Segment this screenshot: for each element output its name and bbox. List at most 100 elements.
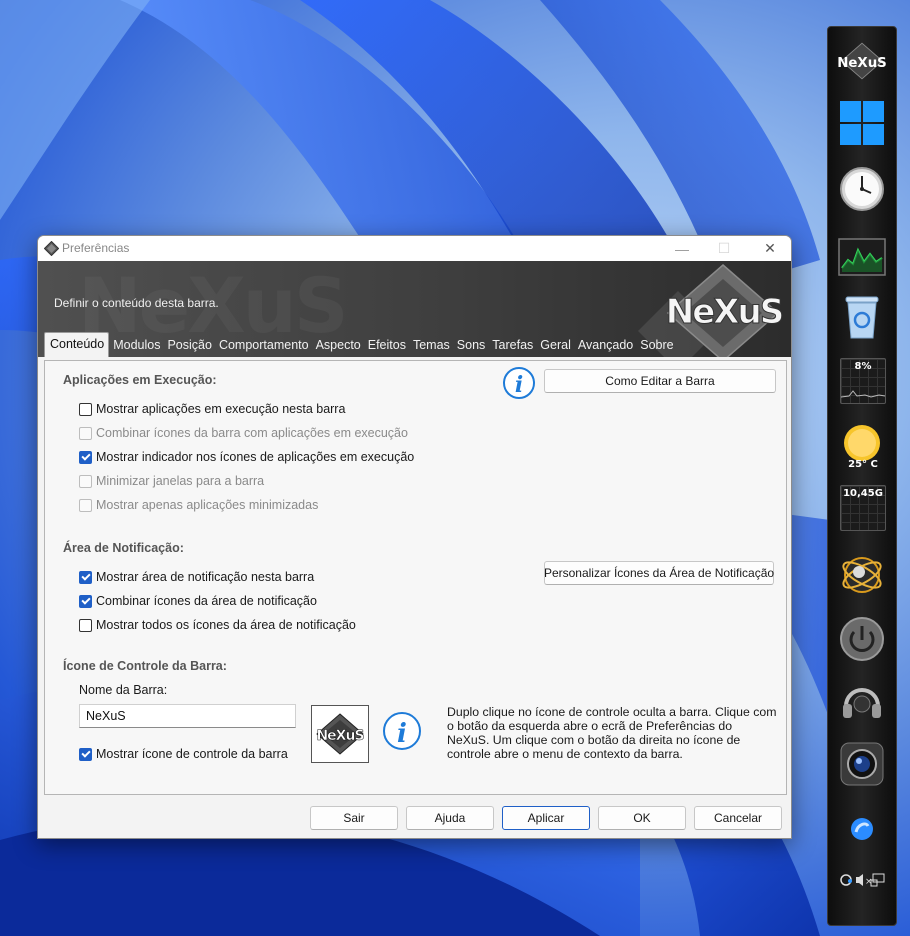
running-apps-checkbox-4: Minimizar janelas para a barra <box>79 473 264 489</box>
notification-area-checkbox-box <box>79 618 92 632</box>
tray-network-sound-icon: × <box>840 873 885 887</box>
tab-posicao[interactable]: Posição <box>164 334 214 357</box>
svg-text:i: i <box>515 372 523 398</box>
info-icon-control: i <box>383 712 421 750</box>
windows-logo-icon <box>840 101 884 145</box>
nexus-logo-icon: NeXuS <box>838 42 886 80</box>
dock-system-monitor[interactable] <box>838 233 886 281</box>
banner-subtitle: Definir o conteúdo desta barra. <box>54 296 219 310</box>
nexus-control-logo-icon: NeXuS <box>316 713 366 755</box>
apply-button[interactable]: Aplicar <box>502 806 590 830</box>
title-bar[interactable]: Preferências — ☐ ✕ <box>38 236 791 261</box>
notification-area-checkbox-1[interactable]: Mostrar área de notificação nesta barra <box>79 569 314 585</box>
running-apps-checkbox-1[interactable]: Mostrar aplicações em execução nesta bar… <box>79 401 345 417</box>
show-control-icon-label: Mostrar ícone de controle da barra <box>96 747 288 761</box>
window-title: Preferências <box>62 241 130 255</box>
dock-power[interactable] <box>838 615 886 663</box>
customize-tray-icons-button[interactable]: Personalizar Ícones da Área de Notificaç… <box>544 561 774 585</box>
tab-geral[interactable]: Geral <box>537 334 574 357</box>
dock-camera[interactable] <box>838 740 886 788</box>
tab-avancado[interactable]: Avançado <box>575 334 636 357</box>
dock-tray-icons[interactable]: × <box>836 855 890 903</box>
running-apps-checkbox-5: Mostrar apenas aplicações minimizadas <box>79 497 318 513</box>
notification-area-checkbox-box <box>79 570 92 584</box>
tab-tarefas[interactable]: Tarefas <box>489 334 536 357</box>
ok-button[interactable]: OK <box>598 806 686 830</box>
section-title-control-icon: Ícone de Controle da Barra: <box>63 659 227 673</box>
notification-area-checkbox-label: Mostrar área de notificação nesta barra <box>96 570 315 584</box>
dock-media-player[interactable] <box>838 677 886 725</box>
svg-text:NeXuS: NeXuS <box>316 728 364 744</box>
headphones-icon <box>843 688 881 718</box>
maximize-icon: ☐ <box>717 240 731 256</box>
running-apps-checkbox-box <box>79 474 92 488</box>
notification-area-checkbox-2[interactable]: Combinar ícones da área de notificação <box>79 593 317 609</box>
dock-disk-meter[interactable]: 10,45G <box>840 485 886 531</box>
dock-clock[interactable] <box>838 165 886 213</box>
tab-sons[interactable]: Sons <box>454 334 489 357</box>
close-button[interactable]: ✕ <box>747 236 791 261</box>
tab-modulos[interactable]: Modulos <box>110 334 163 357</box>
info-icon: i <box>503 367 535 399</box>
svg-text:i: i <box>397 719 407 749</box>
tab-sobre[interactable]: Sobre <box>637 334 676 357</box>
exit-button[interactable]: Sair <box>310 806 398 830</box>
close-icon: ✕ <box>764 240 776 256</box>
cancel-button[interactable]: Cancelar <box>694 806 782 830</box>
notification-area-checkbox-label: Mostrar todos os ícones da área de notif… <box>96 618 356 632</box>
cpu-usage-label: 8% <box>854 361 872 372</box>
dock-recycle-bin[interactable] <box>838 293 886 341</box>
section-title-notification-area: Área de Notificação: <box>63 541 184 555</box>
running-apps-checkbox-label: Combinar ícones da barra com aplicações … <box>96 426 408 440</box>
how-to-edit-button[interactable]: Como Editar a Barra <box>544 369 776 393</box>
swirl-app-icon <box>851 818 873 840</box>
dock-internet[interactable] <box>838 551 886 599</box>
running-apps-checkbox-label: Minimizar janelas para a barra <box>96 474 265 488</box>
tab-aspecto[interactable]: Aspecto <box>313 334 364 357</box>
recycle-bin-icon <box>845 296 879 339</box>
tab-efeitos[interactable]: Efeitos <box>365 334 409 357</box>
cpu-graph-icon <box>841 390 885 398</box>
show-control-icon-box <box>79 747 92 761</box>
help-button[interactable]: Ajuda <box>406 806 494 830</box>
maximize-button[interactable]: ☐ <box>701 236 747 261</box>
tab-comportamento[interactable]: Comportamento <box>216 334 312 357</box>
minimize-button[interactable]: — <box>659 236 705 261</box>
dock-app-swirl[interactable] <box>838 805 886 853</box>
bar-name-label: Nome da Barra: <box>79 683 168 697</box>
tab-temas[interactable]: Temas <box>410 334 453 357</box>
weather-temperature: 25° C <box>848 459 878 470</box>
running-apps-checkbox-2: Combinar ícones da barra com aplicações … <box>79 425 408 441</box>
power-icon <box>840 617 884 661</box>
nexus-app-icon <box>44 241 59 256</box>
notification-area-checkbox-label: Combinar ícones da área de notificação <box>96 594 317 608</box>
svg-text:NeXuS: NeXuS <box>838 56 886 71</box>
preferences-window[interactable]: Preferências — ☐ ✕ NeXuS Definir o conte… <box>37 235 792 839</box>
running-apps-checkbox-box <box>79 402 92 416</box>
content-panel: Aplicações em Execução: i Como Editar a … <box>44 360 787 795</box>
svg-text:NeXuS: NeXuS <box>666 292 782 332</box>
dock-nexus-logo[interactable]: NeXuS <box>838 37 886 85</box>
camera-icon <box>840 742 884 786</box>
dialog-footer: Sair Ajuda Aplicar OK Cancelar <box>38 796 791 838</box>
notification-area-checkbox-3[interactable]: Mostrar todos os ícones da área de notif… <box>79 617 356 633</box>
dock-windows-start[interactable] <box>838 99 886 147</box>
activity-graph-icon <box>838 238 886 276</box>
section-title-running-apps: Aplicações em Execução: <box>63 373 217 387</box>
minimize-icon: — <box>675 240 689 257</box>
running-apps-checkbox-box <box>79 450 92 464</box>
running-apps-checkbox-label: Mostrar apenas aplicações minimizadas <box>96 498 319 512</box>
control-icon-help-text: Duplo clique no ícone de controle oculta… <box>447 705 777 761</box>
running-apps-checkbox-3[interactable]: Mostrar indicador nos ícones de aplicaçõ… <box>79 449 414 465</box>
control-icon-preview[interactable]: NeXuS <box>311 705 369 763</box>
tab-conteudo[interactable]: Conteúdo <box>44 332 110 357</box>
dock-cpu-meter[interactable]: 8% <box>840 358 886 404</box>
nexus-dock[interactable]: NeXuS 8% 25° C 10,45G × <box>827 26 897 926</box>
tab-strip: Conteúdo Modulos Posição Comportamento Aspec… <box>44 332 678 357</box>
bar-name-input[interactable] <box>79 704 296 728</box>
running-apps-checkbox-box <box>79 498 92 512</box>
running-apps-checkbox-label: Mostrar indicador nos ícones de aplicaçõ… <box>96 450 415 464</box>
show-control-icon-checkbox[interactable]: Mostrar ícone de controle da barra <box>79 746 288 762</box>
disk-free-label: 10,45G <box>843 488 883 499</box>
clock-icon <box>840 167 884 211</box>
